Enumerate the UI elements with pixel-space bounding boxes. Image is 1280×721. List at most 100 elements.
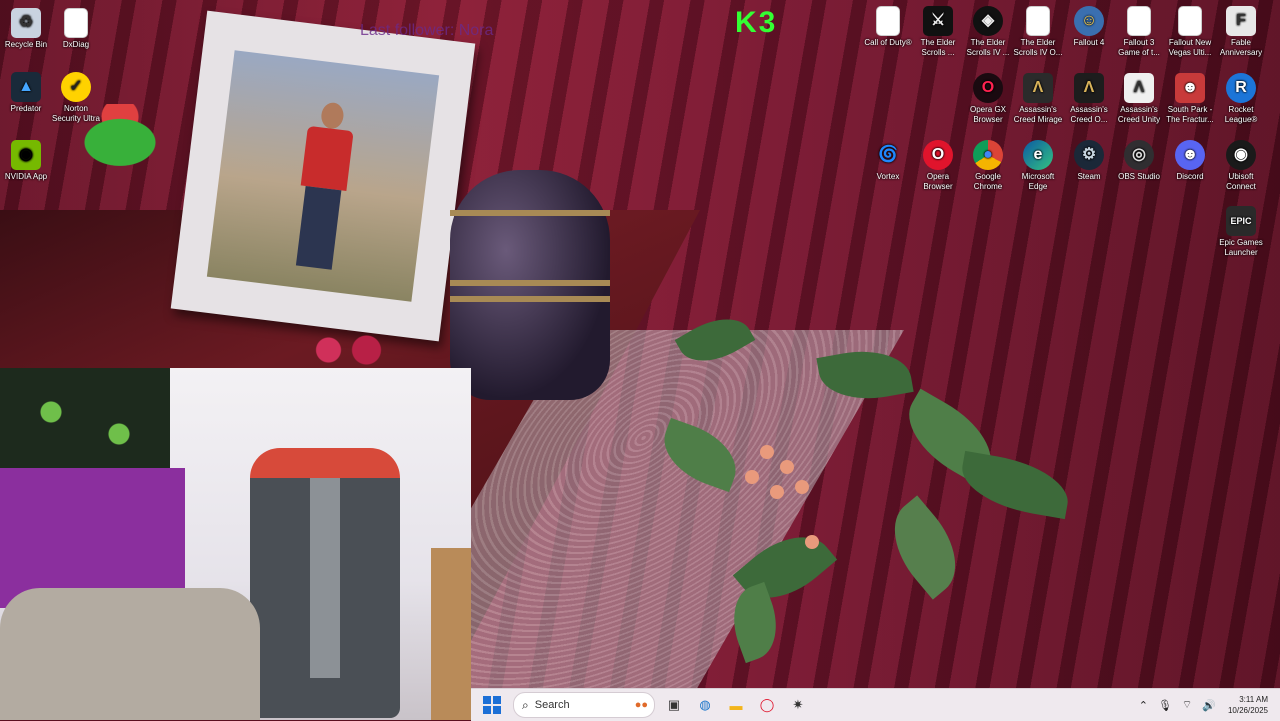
nvidia-icon: ◉ — [11, 140, 41, 170]
desktop-icon-ac-odyssey[interactable]: Λ Assassin's Creed O... — [1063, 73, 1115, 125]
desktop-icon-label: Norton Security Ultra — [51, 104, 100, 123]
stream-follower-overlay: Last follower: Nora — [360, 22, 494, 39]
desktop-icon-call-of-duty[interactable]: Call of Duty® — [862, 6, 914, 48]
webcam-bed-blanket — [0, 588, 260, 720]
desktop-icon-epic-games[interactable]: EPIC Epic Games Launcher — [1215, 206, 1267, 258]
system-tray: ⌃ 🎙 ⌔ 🔊 3:11 AM 10/26/2025 — [1129, 689, 1268, 721]
desktop-icon-label: DxDiag — [62, 40, 90, 49]
fable-icon: F — [1226, 6, 1256, 36]
desktop-icon-elder-scrolls[interactable]: ⚔ The Elder Scrolls ... — [912, 6, 964, 58]
desktop-icon-label: Steam — [1077, 172, 1101, 181]
desktop-icon-south-park[interactable]: ☻ South Park - The Fractur... — [1164, 73, 1216, 125]
desktop-icon-edge[interactable]: e Microsoft Edge — [1012, 140, 1064, 192]
desktop-icon-label: The Elder Scrolls IV ... — [966, 38, 1010, 57]
desktop-icon-dxdiag[interactable]: DxDiag — [50, 8, 102, 50]
task-view-icon[interactable]: ▣ — [662, 693, 686, 717]
desktop-icon-fallout-new-vegas[interactable]: Fallout New Vegas Ulti... — [1164, 6, 1216, 58]
desktop-icon-elder-scrolls-iv-o[interactable]: The Elder Scrolls IV O... — [1012, 6, 1064, 58]
desktop-icon-label: NVIDIA App — [4, 172, 48, 181]
microphone-icon[interactable]: 🎙 — [1158, 699, 1172, 712]
edge-icon[interactable]: ◍ — [693, 693, 717, 717]
desktop-icon-nvidia[interactable]: ◉ NVIDIA App — [0, 140, 52, 182]
opera-icon[interactable]: ◯ — [755, 693, 779, 717]
epic-games-icon: EPIC — [1226, 206, 1256, 236]
desktop-icon-label: South Park - The Fractur... — [1166, 105, 1214, 124]
ubisoft-icon: ◉ — [1226, 140, 1256, 170]
desktop-icon-vortex[interactable]: 🌀 Vortex — [862, 140, 914, 182]
desktop-icon-label: Assassin's Creed Mirage — [1013, 105, 1063, 124]
document-icon — [64, 8, 88, 38]
desktop-icon-label: Fable Anniversary — [1219, 38, 1263, 57]
desktop-icon-label: Opera Browser — [923, 172, 953, 191]
desktop-icon-elder-scrolls-iv[interactable]: ◈ The Elder Scrolls IV ... — [962, 6, 1014, 58]
desktop-icon-norton[interactable]: ✓ Norton Security Ultra — [50, 72, 102, 124]
document-icon — [1026, 6, 1050, 36]
start-button[interactable] — [483, 696, 501, 714]
desktop-icon-opera-gx[interactable]: O Opera GX Browser — [962, 73, 1014, 125]
steam-icon: ⚙ — [1074, 140, 1104, 170]
chrome-icon: ● — [973, 140, 1003, 170]
search-highlight-icon: ●● — [634, 699, 648, 711]
elder-scrolls-icon: ⚔ — [923, 6, 953, 36]
desktop-icon-label: Microsoft Edge — [1021, 172, 1055, 191]
opera-icon: O — [923, 140, 953, 170]
desktop-icon-label: Epic Games Launcher — [1219, 238, 1263, 257]
opera-gx-icon: O — [973, 73, 1003, 103]
desktop-icon-label: Fallout 4 — [1073, 38, 1105, 47]
app-icon[interactable]: ✷ — [786, 693, 810, 717]
desktop-icon-fable[interactable]: F Fable Anniversary — [1215, 6, 1267, 58]
file-explorer-icon[interactable]: ▬ — [724, 693, 748, 717]
desktop-icon-label: Fallout 3 Game of t... — [1118, 38, 1160, 57]
taskbar: ⌕ Search ●● ▣ ◍ ▬ ◯ ✷ ⌃ 🎙 ⌔ 🔊 3:11 AM 10… — [471, 688, 1280, 721]
desktop-icon-rocket-league[interactable]: R Rocket League® — [1215, 73, 1267, 125]
wallpaper-urn — [450, 170, 610, 400]
desktop-icon-label: Fallout New Vegas Ulti... — [1168, 38, 1212, 57]
desktop-icon-predator[interactable]: ▲ Predator — [0, 72, 52, 114]
desktop-icon-label: Vortex — [876, 172, 900, 181]
speaker-icon[interactable]: 🔊 — [1202, 699, 1216, 712]
desktop-icon-label: Ubisoft Connect — [1226, 172, 1256, 191]
desktop-icon-label: Google Chrome — [973, 172, 1003, 191]
desktop-icon-fallout-4[interactable]: ☺ Fallout 4 — [1063, 6, 1115, 48]
wallpaper-roses — [300, 330, 395, 370]
assassins-creed-icon: Λ — [1023, 73, 1053, 103]
desktop-icon-ubisoft[interactable]: ◉ Ubisoft Connect — [1215, 140, 1267, 192]
desktop-icon-ac-unity[interactable]: Λ Assassin's Creed Unity — [1113, 73, 1165, 125]
desktop-icon-label: Rocket League® — [1224, 105, 1258, 124]
webcam-gaming-chair — [250, 448, 400, 718]
stream-badge-overlay: K3 — [735, 6, 778, 39]
desktop-icon-fallout-3[interactable]: Fallout 3 Game of t... — [1113, 6, 1165, 58]
webcam-wall-flag — [0, 368, 170, 478]
chevron-up-icon[interactable]: ⌃ — [1139, 699, 1148, 712]
wallpaper-plant — [620, 180, 1140, 680]
desktop-icon-ac-mirage[interactable]: Λ Assassin's Creed Mirage — [1012, 73, 1064, 125]
desktop-icon-discord[interactable]: ☻ Discord — [1164, 140, 1216, 182]
desktop-icon-obs[interactable]: ◎ OBS Studio — [1113, 140, 1165, 182]
search-placeholder: Search — [534, 699, 570, 711]
desktop-icon-opera[interactable]: O Opera Browser — [912, 140, 964, 192]
document-icon — [1127, 6, 1151, 36]
predator-icon: ▲ — [11, 72, 41, 102]
webcam-door — [431, 548, 471, 720]
assassins-creed-icon: Λ — [1074, 73, 1104, 103]
desktop-icon-recycle-bin[interactable]: ♻ Recycle Bin — [0, 8, 52, 50]
elder-scrolls-icon: ◈ — [973, 6, 1003, 36]
discord-icon: ☻ — [1175, 140, 1205, 170]
wifi-icon[interactable]: ⌔ — [1182, 698, 1192, 712]
desktop-icon-chrome[interactable]: ● Google Chrome — [962, 140, 1014, 192]
webcam-purple-blanket — [0, 468, 185, 608]
south-park-icon: ☻ — [1175, 73, 1205, 103]
assassins-creed-icon: Λ — [1124, 73, 1154, 103]
desktop-icon-steam[interactable]: ⚙ Steam — [1063, 140, 1115, 182]
desktop-icon-label: Assassin's Creed O... — [1070, 105, 1108, 124]
desktop-icon-label: Opera GX Browser — [969, 105, 1006, 124]
clock[interactable]: 3:11 AM 10/26/2025 — [1228, 694, 1268, 716]
fallout-icon: ☺ — [1074, 6, 1104, 36]
search-icon: ⌕ — [522, 697, 529, 712]
clock-date: 10/26/2025 — [1227, 706, 1268, 715]
obs-icon: ◎ — [1124, 140, 1154, 170]
desktop-icon-label: Call of Duty® — [864, 38, 912, 47]
rocket-league-icon: R — [1226, 73, 1256, 103]
taskbar-search-box[interactable]: ⌕ Search ●● — [513, 692, 655, 718]
norton-icon: ✓ — [61, 72, 91, 102]
